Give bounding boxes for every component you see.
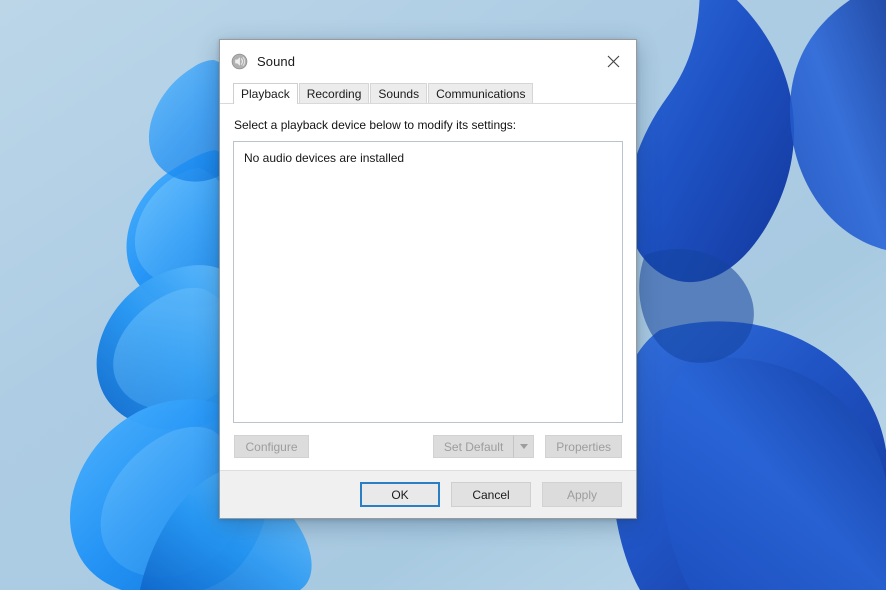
playback-tab-panel: Select a playback device below to modify… <box>220 103 636 470</box>
ok-button[interactable]: OK <box>360 482 440 507</box>
dialog-title: Sound <box>257 53 296 69</box>
set-default-button[interactable]: Set Default <box>432 435 514 458</box>
set-default-split-button: Set Default <box>432 435 535 458</box>
configure-button[interactable]: Configure <box>234 435 309 458</box>
speaker-icon <box>231 53 248 69</box>
apply-button[interactable]: Apply <box>542 482 622 507</box>
set-default-dropdown-button[interactable] <box>513 435 535 458</box>
tab-recording[interactable]: Recording <box>298 83 370 104</box>
sound-dialog-window: Sound Playback Recording Sounds Communic… <box>219 39 637 519</box>
tab-communications[interactable]: Communications <box>428 83 534 104</box>
chevron-down-icon <box>519 444 528 449</box>
dialog-footer: OK Cancel Apply <box>220 470 636 518</box>
playback-device-list[interactable]: No audio devices are installed <box>233 141 623 423</box>
tab-strip: Playback Recording Sounds Communications <box>220 82 636 104</box>
panel-instruction: Select a playback device below to modify… <box>234 118 517 132</box>
empty-list-message: No audio devices are installed <box>244 151 405 165</box>
cancel-button[interactable]: Cancel <box>451 482 531 507</box>
device-action-row: Configure Set Default Properties <box>233 423 623 470</box>
dialog-titlebar[interactable]: Sound <box>220 40 636 82</box>
desktop-background: Sound Playback Recording Sounds Communic… <box>0 0 886 590</box>
tab-playback[interactable]: Playback <box>233 83 298 104</box>
properties-button[interactable]: Properties <box>545 435 622 458</box>
close-icon[interactable] <box>591 40 636 82</box>
tab-sounds[interactable]: Sounds <box>370 83 428 104</box>
